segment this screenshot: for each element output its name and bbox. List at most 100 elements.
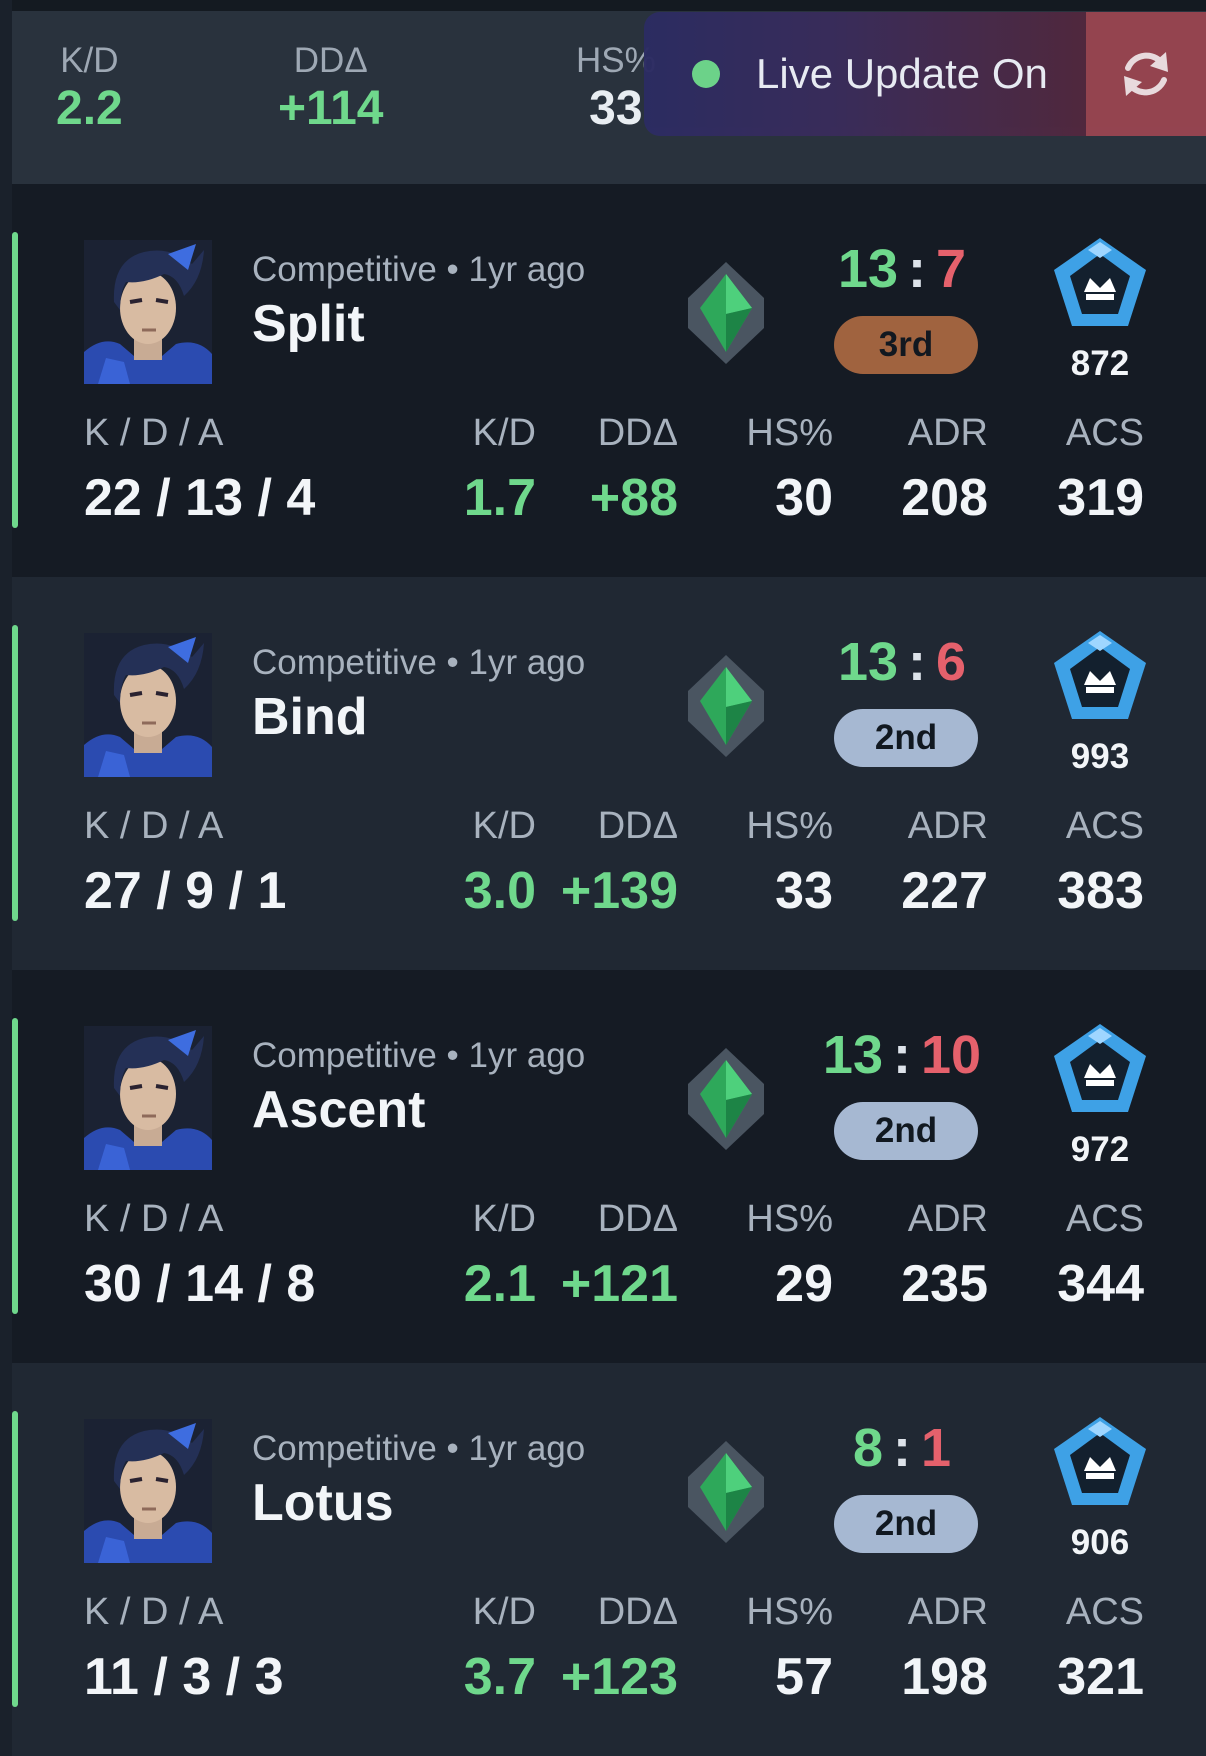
stat-hs: HS% 30: [746, 412, 833, 528]
live-update-toast[interactable]: Live Update On: [644, 12, 1086, 136]
summary-dd: DDΔ +114: [278, 41, 383, 137]
score-separator: :: [908, 632, 926, 692]
match-mode-time: Competitive • 1yr ago: [252, 643, 586, 682]
stat-adr-label: ADR: [907, 412, 988, 454]
stat-dd-label: DDΔ: [597, 1198, 678, 1240]
rank-points: 872: [1070, 344, 1130, 383]
stat-kda-label: K / D / A: [84, 1198, 224, 1240]
stat-kd: K/D 3.0: [464, 805, 536, 921]
placement-badge: 2nd: [834, 709, 978, 767]
stat-acs: ACS 321: [1057, 1591, 1144, 1707]
stat-adr-label: ADR: [907, 805, 988, 847]
stat-hs-value: 57: [775, 1648, 833, 1706]
green-diamond-rank-icon: [688, 1048, 764, 1150]
summary-dd-value: +114: [278, 82, 384, 135]
stat-kda: K / D / A 22 / 13 / 4: [84, 412, 315, 528]
stat-dd-label: DDΔ: [597, 805, 678, 847]
stat-acs-value: 344: [1057, 1255, 1144, 1313]
stat-kd: K/D 2.1: [464, 1198, 536, 1314]
score-lost: 10: [920, 1025, 982, 1085]
stat-dd-value: +123: [560, 1648, 678, 1706]
stat-kd-label: K/D: [472, 805, 536, 847]
blue-pentagon-crown-icon: [1054, 1024, 1146, 1112]
win-indicator: [12, 232, 18, 528]
win-indicator: [12, 1411, 18, 1707]
rank-points: 993: [1070, 737, 1130, 776]
stat-kda-label: K / D / A: [84, 412, 224, 454]
match-mode-time: Competitive • 1yr ago: [252, 1429, 586, 1468]
placement-badge: 2nd: [834, 1102, 978, 1160]
stat-kda: K / D / A 27 / 9 / 1: [84, 805, 286, 921]
rank-points: 972: [1070, 1130, 1130, 1169]
stat-kd-label: K/D: [472, 412, 536, 454]
match-card[interactable]: Competitive • 1yr ago Lotus 8:1 2nd 906 …: [12, 1363, 1206, 1756]
placement-badge: 2nd: [834, 1495, 978, 1553]
summary-kd: K/D 2.2: [56, 41, 123, 137]
live-update-label: Live Update On: [756, 50, 1048, 97]
stat-hs-value: 33: [775, 862, 833, 920]
score-won: 13: [837, 239, 899, 299]
stat-hs-value: 30: [775, 469, 833, 527]
rank-points: 906: [1070, 1523, 1130, 1562]
stat-acs: ACS 344: [1057, 1198, 1144, 1314]
stat-adr-value: 198: [901, 1648, 988, 1706]
match-card[interactable]: Competitive • 1yr ago Split 13:7 3rd 872…: [12, 184, 1206, 577]
match-card[interactable]: Competitive • 1yr ago Ascent 13:10 2nd 9…: [12, 970, 1206, 1363]
map-name: Lotus: [252, 1474, 394, 1532]
stat-kda-value: 11 / 3 / 3: [84, 1648, 284, 1706]
stat-adr-value: 227: [901, 862, 988, 920]
stat-kda-value: 27 / 9 / 1: [84, 862, 287, 920]
stat-kda: K / D / A 11 / 3 / 3: [84, 1591, 284, 1707]
summary-kd-value: 2.2: [56, 82, 123, 135]
stat-kda: K / D / A 30 / 14 / 8: [84, 1198, 315, 1314]
summary-kd-label: K/D: [60, 41, 119, 80]
stat-acs: ACS 383: [1057, 805, 1144, 921]
live-status-dot: [692, 60, 720, 88]
stat-acs-value: 321: [1057, 1648, 1144, 1706]
stat-acs-label: ACS: [1065, 412, 1144, 454]
stat-adr-label: ADR: [907, 1198, 988, 1240]
stat-hs-label: HS%: [746, 805, 833, 847]
map-name: Bind: [252, 688, 368, 746]
agent-portrait-icon: [84, 633, 212, 777]
stat-kda-value: 22 / 13 / 4: [84, 469, 316, 527]
stat-dd-value: +139: [560, 862, 678, 920]
green-diamond-rank-icon: [688, 1441, 764, 1543]
refresh-button[interactable]: [1086, 12, 1206, 136]
blue-pentagon-crown-icon: [1054, 1417, 1146, 1505]
map-name: Split: [252, 295, 365, 353]
score-won: 8: [852, 1418, 883, 1478]
stat-kda-label: K / D / A: [84, 805, 224, 847]
agent-portrait-icon: [84, 1026, 212, 1170]
stat-adr: ADR 227: [901, 805, 988, 921]
stat-kd-value: 2.1: [463, 1255, 536, 1313]
stat-hs-label: HS%: [746, 1198, 833, 1240]
stat-kda-value: 30 / 14 / 8: [84, 1255, 316, 1313]
stat-adr: ADR 208: [901, 412, 988, 528]
stat-kda-label: K / D / A: [84, 1591, 224, 1633]
stat-acs-value: 319: [1057, 469, 1144, 527]
map-name: Ascent: [252, 1081, 426, 1139]
score-lost: 7: [936, 239, 967, 299]
score-won: 13: [822, 1025, 883, 1085]
match-score: 13:6: [802, 631, 1002, 693]
stat-hs-label: HS%: [746, 412, 833, 454]
stat-acs-value: 383: [1057, 862, 1144, 920]
stat-adr: ADR 198: [901, 1591, 988, 1707]
stat-dd-label: DDΔ: [597, 1591, 678, 1633]
match-score: 13:7: [802, 238, 1002, 300]
stat-dd-value: +121: [560, 1255, 678, 1313]
stat-kd-value: 3.0: [463, 862, 536, 920]
agent-portrait-icon: [84, 240, 212, 384]
score-separator: :: [893, 1025, 911, 1085]
match-card[interactable]: Competitive • 1yr ago Bind 13:6 2nd 993 …: [12, 577, 1206, 970]
stat-acs: ACS 319: [1057, 412, 1144, 528]
score-lost: 6: [936, 632, 967, 692]
stat-kd-value: 1.7: [463, 469, 536, 527]
stat-kd-label: K/D: [472, 1198, 536, 1240]
stat-dd-value: +88: [589, 469, 678, 527]
stat-kd: K/D 3.7: [464, 1591, 536, 1707]
stat-adr-value: 235: [901, 1255, 988, 1313]
stat-hs-label: HS%: [746, 1591, 833, 1633]
green-diamond-rank-icon: [688, 262, 764, 364]
